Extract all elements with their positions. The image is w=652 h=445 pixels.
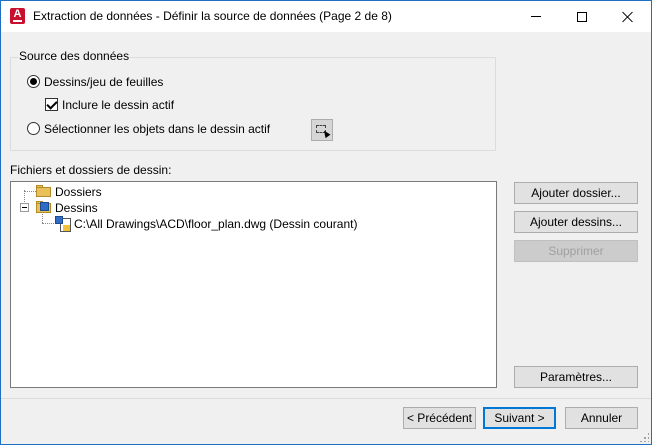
- include-current-drawing-checkbox[interactable]: [45, 98, 58, 111]
- radio-select-objects-label[interactable]: Sélectionner les objets dans le dessin a…: [44, 122, 270, 136]
- footer-separator: [1, 398, 651, 399]
- radio-select-objects[interactable]: [27, 122, 40, 135]
- drawing-files-tree[interactable]: Dossiers Dessins C:\All Drawings\ACD\flo…: [10, 181, 497, 388]
- close-icon: [622, 11, 634, 23]
- add-folder-button[interactable]: Ajouter dossier...: [514, 182, 638, 204]
- tree-connector: [24, 191, 36, 192]
- radio-drawings-sheetset-label[interactable]: Dessins/jeu de feuilles: [44, 75, 163, 89]
- tree-item-dessins[interactable]: Dessins: [55, 201, 98, 215]
- cursor-arrow-icon: [321, 128, 331, 139]
- remove-button[interactable]: Supprimer: [514, 240, 638, 262]
- title-bar[interactable]: A Extraction de données - Définir la sou…: [1, 1, 651, 32]
- maximize-icon: [577, 11, 587, 22]
- data-source-group-title: Source des données: [18, 49, 131, 63]
- window-title: Extraction de données - Définir la sourc…: [33, 9, 392, 23]
- dwg-file-icon: [55, 216, 71, 232]
- folder-icon: [36, 185, 52, 197]
- radio-drawings-sheetset[interactable]: [27, 75, 40, 88]
- next-button[interactable]: Suivant >: [483, 407, 556, 429]
- autocad-app-icon: A: [10, 8, 25, 24]
- include-current-drawing-label[interactable]: Inclure le dessin actif: [62, 98, 174, 112]
- maximize-button[interactable]: [559, 1, 605, 32]
- tree-item-floor-plan[interactable]: C:\All Drawings\ACD\floor_plan.dwg (Dess…: [74, 217, 357, 231]
- previous-button[interactable]: < Précédent: [403, 407, 476, 429]
- tree-connector: [42, 223, 54, 224]
- settings-button[interactable]: Paramètres...: [514, 366, 638, 388]
- minimize-button[interactable]: [513, 1, 559, 32]
- cancel-button[interactable]: Annuler: [565, 407, 638, 429]
- tree-item-dossiers[interactable]: Dossiers: [55, 185, 102, 199]
- files-folders-label: Fichiers et dossiers de dessin:: [10, 163, 172, 177]
- drawings-folder-icon: [36, 201, 52, 213]
- collapse-icon[interactable]: [20, 203, 29, 212]
- dialog-window: A Extraction de données - Définir la sou…: [0, 0, 652, 445]
- resize-grip-icon[interactable]: [639, 432, 649, 442]
- select-objects-button[interactable]: [311, 119, 333, 141]
- close-button[interactable]: [605, 1, 651, 32]
- minimize-icon: [531, 16, 541, 17]
- add-drawings-button[interactable]: Ajouter dessins...: [514, 211, 638, 233]
